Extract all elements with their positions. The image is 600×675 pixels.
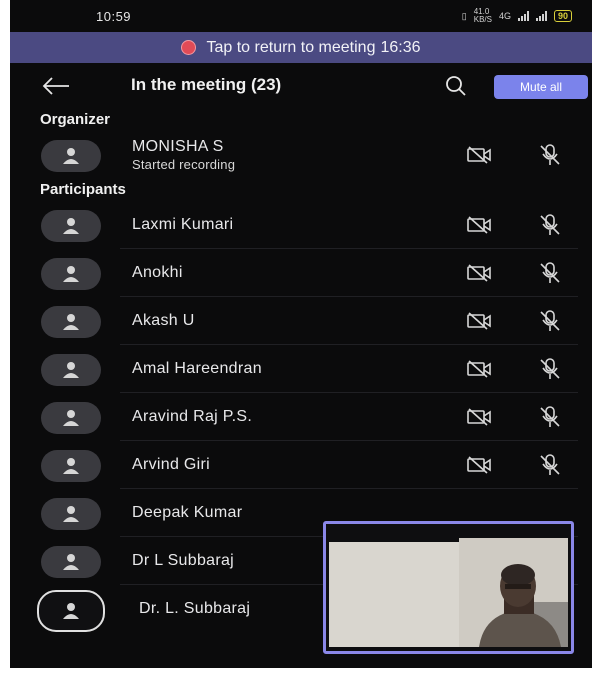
meeting-screen: 10:59 ▯ 41.0 KB/S 4G 90 Tap to return to…	[10, 0, 592, 668]
participant-name: Laxmi Kumari	[132, 216, 234, 233]
mic-off-icon	[540, 454, 560, 475]
avatar	[41, 140, 101, 172]
mute-all-button[interactable]: Mute all	[494, 75, 588, 99]
status-bar: 10:59 ▯ 41.0 KB/S 4G 90	[10, 0, 592, 32]
participant-name: Deepak Kumar	[132, 504, 243, 521]
person-icon	[63, 148, 79, 164]
mic-off-icon	[540, 144, 560, 165]
return-to-meeting-banner[interactable]: Tap to return to meeting 16:36	[10, 32, 592, 63]
vibrate-icon: ▯	[461, 10, 467, 21]
avatar	[41, 210, 101, 242]
meeting-duration: 16:36	[380, 38, 421, 56]
organizer-heading: Organizer	[40, 111, 111, 128]
avatar	[41, 306, 101, 338]
participant-name: Aravind Raj P.S.	[132, 408, 253, 425]
mic-off-icon	[540, 406, 560, 427]
page-title: In the meeting (23)	[131, 75, 282, 94]
participant-name: Dr L Subbaraj	[132, 552, 235, 569]
camera-off-icon	[467, 456, 491, 474]
camera-off-icon	[467, 408, 491, 426]
person-icon	[63, 314, 79, 330]
participants-heading: Participants	[40, 181, 126, 198]
avatar	[41, 258, 101, 290]
person-icon	[63, 218, 79, 234]
participant-row[interactable]: Laxmi Kumari	[10, 201, 592, 249]
mic-off-icon	[540, 310, 560, 331]
status-icons: ▯ 41.0 KB/S 4G 90	[462, 8, 572, 24]
battery-icon: 90	[553, 10, 572, 22]
page-header: In the meeting (23) Mute all	[10, 63, 592, 109]
camera-off-icon	[467, 360, 491, 378]
participant-name: Anokhi	[132, 264, 183, 281]
recording-dot-icon	[181, 40, 197, 55]
camera-off-icon	[467, 216, 491, 234]
status-time: 10:59	[96, 8, 132, 24]
participant-name: Amal Hareendran	[132, 360, 262, 377]
participant-name: Arvind Giri	[132, 456, 210, 473]
person-icon	[63, 506, 79, 522]
organizer-row[interactable]: MONISHA S Started recording	[10, 131, 592, 179]
organizer-name: MONISHA S	[132, 138, 224, 155]
return-banner-text: Tap to return to meeting	[206, 38, 376, 56]
person-icon	[63, 603, 79, 619]
person-icon	[63, 410, 79, 426]
participant-row[interactable]: Aravind Raj P.S.	[10, 393, 592, 441]
mic-off-icon	[540, 262, 560, 283]
signal-icon	[517, 11, 529, 21]
net-speed: 41.0 KB/S	[473, 7, 492, 24]
mic-off-icon	[540, 358, 560, 379]
participant-name: Dr. L. Subbaraj	[139, 600, 251, 617]
camera-off-icon	[467, 146, 491, 164]
person-icon	[63, 554, 79, 570]
participant-row[interactable]: Akash U	[10, 297, 592, 345]
participant-row[interactable]: Anokhi	[10, 249, 592, 297]
network-type: 4G	[498, 11, 511, 21]
avatar	[41, 354, 101, 386]
participant-video-image	[329, 532, 568, 647]
signal-icon-2	[535, 11, 547, 21]
avatar	[37, 590, 105, 632]
participant-row[interactable]: Arvind Giri	[10, 441, 592, 489]
mic-off-icon	[540, 214, 560, 235]
avatar	[41, 498, 101, 530]
search-icon[interactable]	[444, 74, 468, 98]
avatar	[41, 402, 101, 434]
avatar	[41, 450, 101, 482]
organizer-status: Started recording	[132, 157, 236, 172]
person-icon	[63, 266, 79, 282]
avatar	[41, 546, 101, 578]
arrow-left-icon[interactable]	[42, 76, 70, 96]
camera-off-icon	[467, 264, 491, 282]
camera-off-icon	[467, 312, 491, 330]
participant-row[interactable]: Amal Hareendran	[10, 345, 592, 393]
participant-name: Akash U	[132, 312, 195, 329]
person-icon	[63, 458, 79, 474]
person-icon	[63, 362, 79, 378]
floating-video-tile[interactable]	[323, 521, 574, 654]
